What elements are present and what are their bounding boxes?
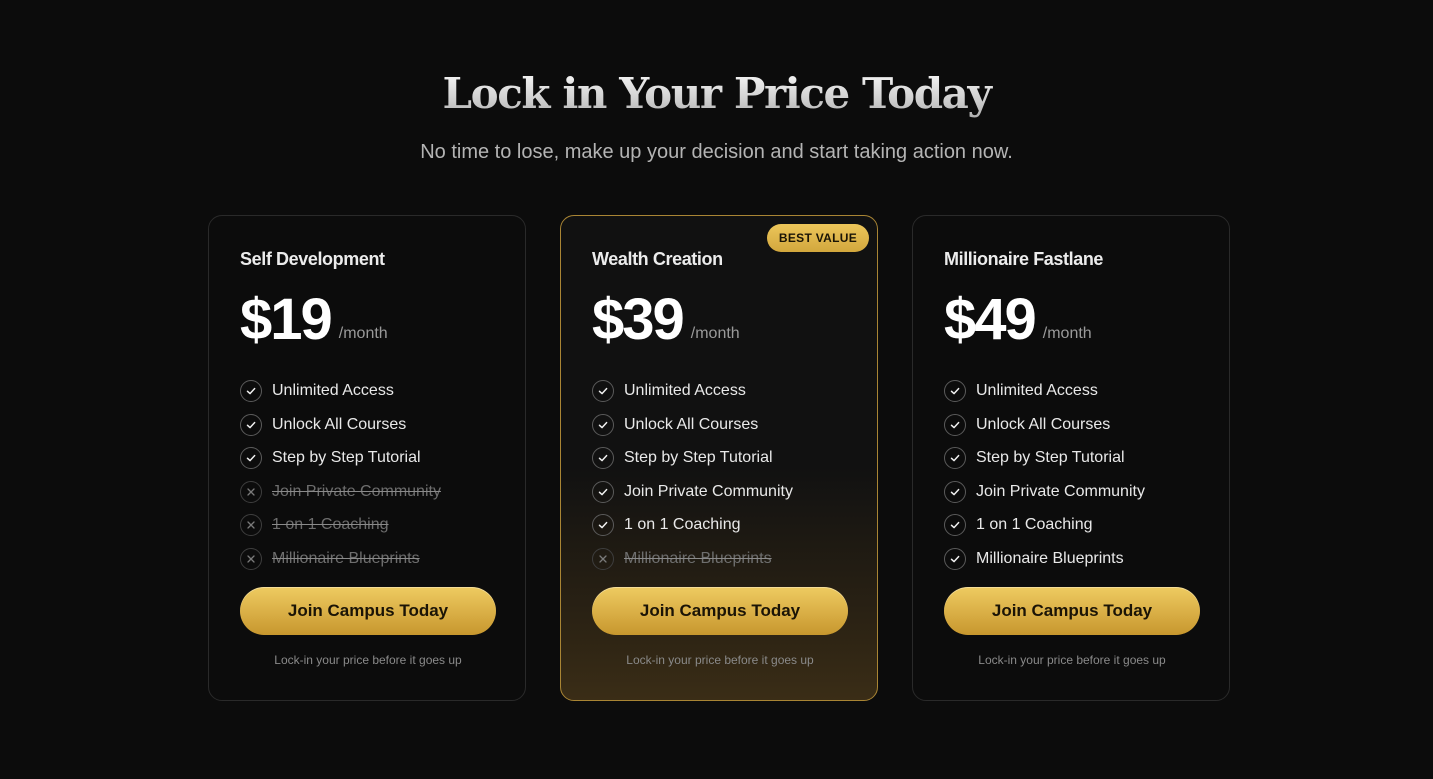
price-row: $39/month — [592, 288, 740, 352]
join-campus-button[interactable]: Join Campus Today — [240, 587, 496, 635]
close-icon — [240, 514, 262, 537]
pricing-page: Lock in Your Price Today No time to lose… — [0, 0, 1433, 779]
plan-name: Millionaire Fastlane — [944, 249, 1104, 269]
feature-item: Step by Step Tutorial — [944, 446, 1145, 470]
feature-list: Unlimited Access Unlock All Courses Step b… — [240, 379, 441, 581]
plan-price: $39 — [592, 287, 685, 352]
feature-list: Unlimited Access Unlock All Courses Step b… — [944, 379, 1145, 581]
feature-label: Step by Step Tutorial — [976, 449, 1125, 467]
check-icon — [592, 380, 614, 402]
check-icon — [592, 447, 614, 470]
feature-item: Unlimited Access — [944, 379, 1145, 403]
plan-card-wealth-creation: BEST VALUE Wealth Creation $39/month Unl… — [560, 215, 878, 701]
plan-price: $49 — [944, 287, 1037, 352]
feature-label: 1 on 1 Coaching — [976, 516, 1093, 534]
check-icon — [944, 514, 966, 537]
plan-card-millionaire-fastlane: Millionaire Fastlane $49/month Unlimited… — [912, 215, 1230, 701]
feature-item: Unlock All Courses — [240, 413, 441, 437]
feature-label: Unlock All Courses — [272, 415, 407, 433]
check-icon — [240, 447, 262, 470]
feature-item: Millionaire Blueprints — [944, 547, 1145, 571]
feature-item: Step by Step Tutorial — [592, 446, 793, 470]
check-icon — [944, 413, 966, 436]
feature-label: Step by Step Tutorial — [624, 449, 773, 467]
feature-item: Millionaire Blueprints — [592, 547, 793, 571]
feature-item: Unlimited Access — [592, 379, 793, 403]
feature-label: 1 on 1 Coaching — [272, 516, 389, 534]
plan-name: Wealth Creation — [592, 249, 723, 269]
close-icon — [592, 547, 614, 570]
price-row: $49/month — [944, 288, 1092, 352]
check-icon — [592, 413, 614, 436]
check-icon — [944, 547, 966, 570]
feature-label: Join Private Community — [624, 482, 793, 500]
feature-item: Millionaire Blueprints — [240, 547, 441, 571]
feature-item: Unlimited Access — [240, 379, 441, 403]
join-campus-button[interactable]: Join Campus Today — [592, 587, 848, 635]
price-row: $19/month — [240, 288, 388, 352]
page-title: Lock in Your Price Today — [0, 66, 1433, 122]
price-period: /month — [338, 325, 388, 342]
feature-label: Join Private Community — [976, 482, 1145, 500]
feature-item: Join Private Community — [944, 480, 1145, 504]
check-icon — [944, 480, 966, 503]
feature-item: 1 on 1 Coaching — [592, 513, 793, 537]
price-period: /month — [1042, 325, 1092, 342]
best-value-badge: BEST VALUE — [766, 224, 869, 252]
check-icon — [944, 380, 966, 402]
feature-item: Step by Step Tutorial — [240, 446, 441, 470]
feature-label: 1 on 1 Coaching — [624, 516, 741, 534]
feature-label: Join Private Community — [272, 482, 441, 500]
close-icon — [240, 480, 262, 503]
feature-label: Unlimited Access — [272, 382, 394, 399]
check-icon — [944, 447, 966, 470]
feature-label: Millionaire Blueprints — [272, 549, 420, 567]
feature-label: Unlimited Access — [976, 382, 1098, 399]
price-lock-note: Lock-in your price before it goes up — [626, 653, 814, 667]
feature-item: Unlock All Courses — [592, 413, 793, 437]
feature-item: Join Private Community — [240, 480, 441, 504]
close-icon — [240, 547, 262, 570]
check-icon — [592, 514, 614, 537]
feature-item: Join Private Community — [592, 480, 793, 504]
price-lock-note: Lock-in your price before it goes up — [274, 653, 462, 667]
plan-card-self-development: Self Development $19/month Unlimited Acc… — [208, 215, 526, 701]
feature-label: Step by Step Tutorial — [272, 449, 421, 467]
check-icon — [240, 413, 262, 436]
feature-label: Unlock All Courses — [976, 415, 1111, 433]
check-icon — [592, 480, 614, 503]
feature-list: Unlimited Access Unlock All Courses Step b… — [592, 379, 793, 581]
feature-label: Unlimited Access — [624, 382, 746, 399]
feature-label: Millionaire Blueprints — [624, 549, 772, 567]
plan-name: Self Development — [240, 249, 385, 269]
join-campus-button[interactable]: Join Campus Today — [944, 587, 1200, 635]
feature-item: 1 on 1 Coaching — [240, 513, 441, 537]
plan-price: $19 — [240, 287, 333, 352]
check-icon — [240, 380, 262, 402]
price-lock-note: Lock-in your price before it goes up — [978, 653, 1166, 667]
price-period: /month — [690, 325, 740, 342]
feature-item: 1 on 1 Coaching — [944, 513, 1145, 537]
feature-label: Millionaire Blueprints — [976, 549, 1124, 567]
feature-item: Unlock All Courses — [944, 413, 1145, 437]
feature-label: Unlock All Courses — [624, 415, 759, 433]
page-subtitle: No time to lose, make up your decision a… — [420, 141, 1013, 163]
